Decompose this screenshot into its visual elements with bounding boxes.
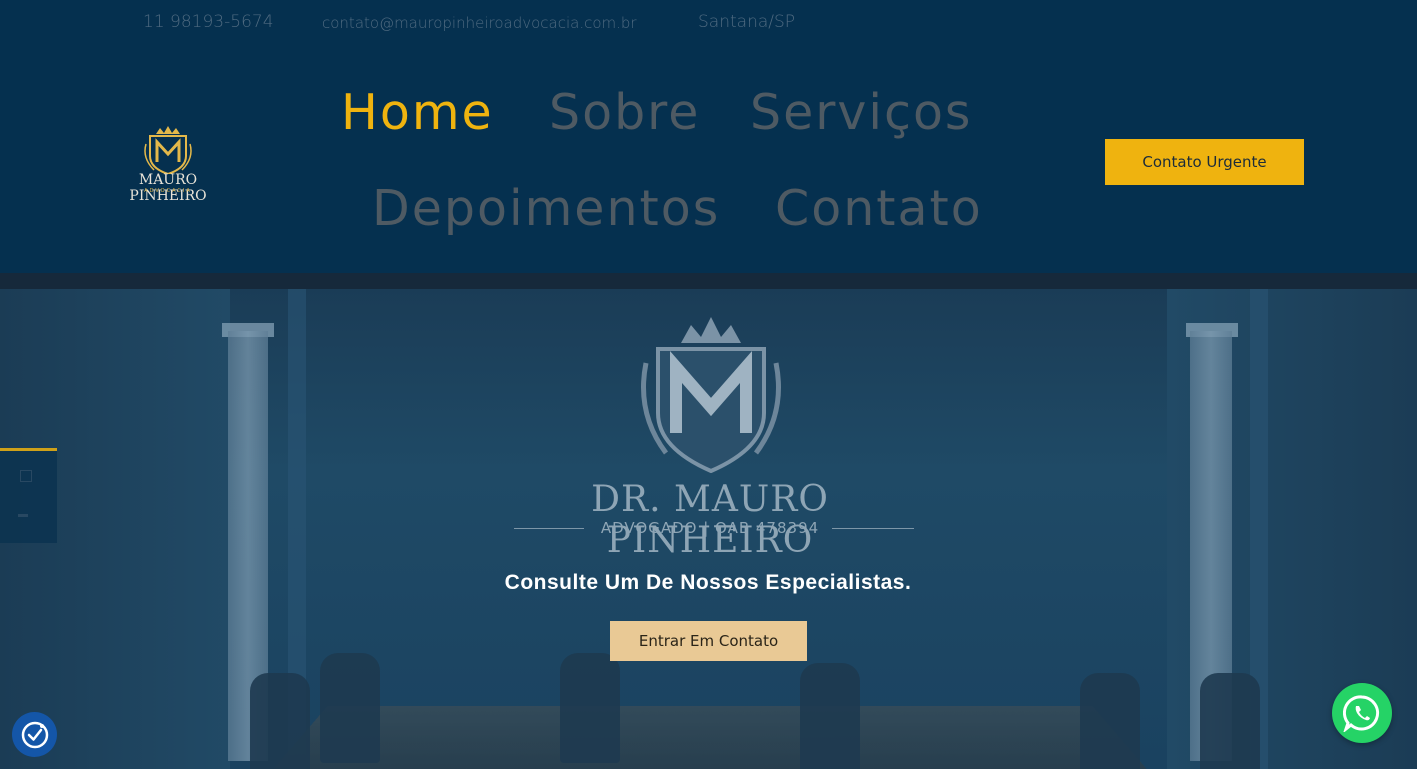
chair [1080,673,1140,769]
top-contact-bar: 11 98193-5674 contato@mauropinheiroadvoc… [0,0,1417,48]
whatsapp-icon [1343,695,1380,732]
hero-section: DR. MAURO PINHEIRO ADVOGADO | OAB 478394… [0,273,1417,769]
nav-item-sobre[interactable]: Sobre [549,84,700,141]
site-logo[interactable]: MAURO PINHEIRO ADVOCACIA [104,124,232,204]
hero-title: Consulte Um De Nossos Especialistas. [504,571,912,594]
urgent-contact-button[interactable]: Contato Urgente [1105,139,1304,185]
nav-item-home[interactable]: Home [341,84,494,141]
hero-ceiling [0,273,1417,289]
slide-icon[interactable] [20,470,32,482]
hero-crest-icon [641,317,781,473]
chair [320,653,380,763]
nav-item-contato[interactable]: Contato [775,180,983,237]
chair [560,653,620,763]
topbar-email[interactable]: contato@mauropinheiroadvocacia.com.br [322,14,637,32]
enter-contact-button[interactable]: Entrar Em Contato [610,621,807,661]
hero-crest-subtitle: ADVOGADO | OAB 478394 [600,519,820,537]
chair [1200,673,1260,769]
crest-m-icon [144,126,192,174]
topbar-phone[interactable]: 11 98193-5674 [143,12,274,32]
slider-side-tab[interactable] [0,448,57,543]
accessibility-button[interactable] [12,712,57,757]
accessibility-check-icon [21,721,48,748]
slider-active-indicator [0,448,57,451]
site-header: 11 98193-5674 contato@mauropinheiroadvoc… [0,0,1417,273]
chair [800,663,860,769]
meeting-table [268,705,1152,769]
logo-subtitle: ADVOCACIA [144,188,192,194]
whatsapp-button[interactable] [1332,683,1392,743]
nav-item-depoimentos[interactable]: Depoimentos [372,180,720,237]
chair [250,673,310,769]
topbar-location: Santana/SP [698,12,796,32]
slide-icon[interactable] [18,514,28,517]
nav-item-servicos[interactable]: Serviços [750,84,972,141]
